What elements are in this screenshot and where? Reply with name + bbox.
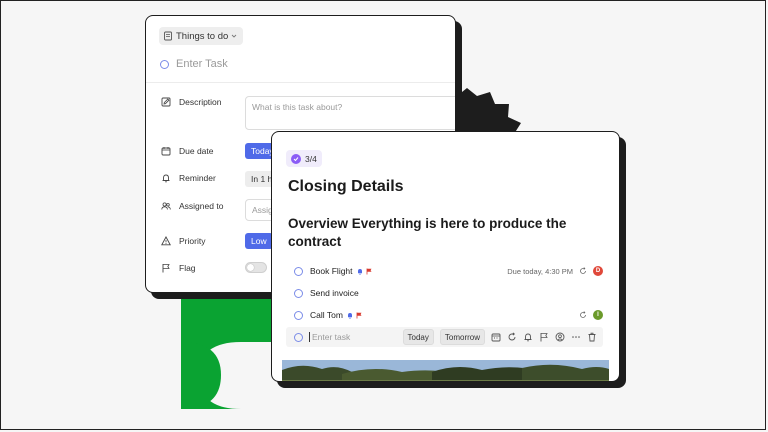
flag-toggle[interactable] bbox=[245, 262, 267, 273]
card-subtitle: Overview Everything is here to produce t… bbox=[288, 216, 567, 249]
task-row[interactable]: Send invoice bbox=[294, 285, 603, 301]
bell-icon bbox=[162, 174, 170, 183]
flag-label: Flag bbox=[179, 263, 196, 273]
description-label: Description bbox=[179, 97, 222, 107]
priority-field-label: Priority bbox=[161, 236, 205, 246]
list-name: Things to do bbox=[176, 30, 229, 42]
reminder-label: Reminder bbox=[179, 173, 216, 183]
check-circle-icon bbox=[291, 153, 301, 164]
priority-label: Priority bbox=[179, 236, 206, 246]
flag-field-label: Flag bbox=[161, 263, 196, 273]
avatar[interactable]: D bbox=[593, 266, 603, 276]
chevron-down-icon bbox=[231, 34, 237, 38]
repeat-icon bbox=[580, 267, 586, 274]
task-list-card: 3/4 Closing Details Overview Everything … bbox=[271, 131, 620, 382]
task-title-placeholder: Enter Task bbox=[176, 58, 228, 70]
description-input[interactable]: What is this task about? bbox=[245, 96, 455, 130]
attachment-photo[interactable] bbox=[282, 360, 609, 382]
new-task-bar: Enter task Today Tomorrow bbox=[286, 327, 603, 347]
assigned-field-label: Assigned to bbox=[161, 201, 223, 211]
tomorrow-button[interactable]: Tomorrow bbox=[439, 329, 485, 345]
description-field-label: Description bbox=[161, 97, 222, 107]
task-title-input[interactable]: Enter Task bbox=[160, 58, 228, 70]
warning-triangle-icon bbox=[161, 236, 171, 246]
task-checkbox[interactable] bbox=[294, 310, 303, 320]
card-title: Closing Details bbox=[288, 178, 404, 195]
due-date-label: Due date bbox=[179, 146, 214, 156]
more-icon[interactable] bbox=[571, 332, 581, 342]
repeat-icon bbox=[580, 311, 586, 318]
new-task-checkbox bbox=[294, 332, 303, 342]
repeat-icon[interactable] bbox=[507, 332, 517, 342]
bell-icon bbox=[347, 312, 352, 319]
task-meta: Due today, 4:30 PM D bbox=[507, 266, 603, 276]
flag-icon bbox=[162, 264, 170, 273]
bell-icon bbox=[357, 268, 362, 275]
calendar-icon[interactable] bbox=[491, 332, 501, 342]
due-date-field-label: Due date bbox=[161, 146, 214, 156]
task-name: Send invoice bbox=[310, 288, 359, 298]
users-icon bbox=[161, 202, 171, 210]
task-name: Book Flight bbox=[310, 266, 353, 276]
calendar-icon bbox=[161, 147, 171, 156]
edit-icon bbox=[161, 97, 171, 107]
assigned-label: Assigned to bbox=[179, 201, 224, 211]
progress-badge: 3/4 bbox=[286, 150, 322, 167]
flag-icon bbox=[366, 268, 372, 274]
task-name: Call Tom bbox=[310, 310, 343, 320]
priority-low-button[interactable]: Low bbox=[245, 233, 273, 249]
reminder-field-label: Reminder bbox=[161, 173, 216, 183]
flag-icon[interactable] bbox=[539, 332, 549, 342]
avatar[interactable]: I bbox=[593, 310, 603, 320]
due-time: Due today, 4:30 PM bbox=[507, 266, 573, 276]
list-selector[interactable]: Things to do bbox=[159, 27, 244, 45]
task-checkbox[interactable] bbox=[294, 266, 303, 276]
list-icon bbox=[164, 31, 172, 41]
flag-icon bbox=[356, 312, 362, 318]
task-checkbox[interactable] bbox=[294, 288, 303, 298]
task-meta: I bbox=[579, 310, 603, 320]
trash-icon[interactable] bbox=[587, 332, 597, 342]
progress-count: 3/4 bbox=[305, 153, 317, 164]
task-row[interactable]: Book Flight Due today, 4:30 PM D bbox=[294, 263, 603, 279]
task-checkbox[interactable] bbox=[160, 59, 169, 69]
today-button[interactable]: Today bbox=[402, 329, 434, 345]
divider bbox=[146, 82, 455, 83]
user-circle-icon[interactable] bbox=[555, 332, 565, 342]
task-row[interactable]: Call Tom I bbox=[294, 307, 603, 323]
new-task-input[interactable]: Enter task bbox=[309, 332, 397, 342]
bell-icon[interactable] bbox=[523, 332, 533, 342]
